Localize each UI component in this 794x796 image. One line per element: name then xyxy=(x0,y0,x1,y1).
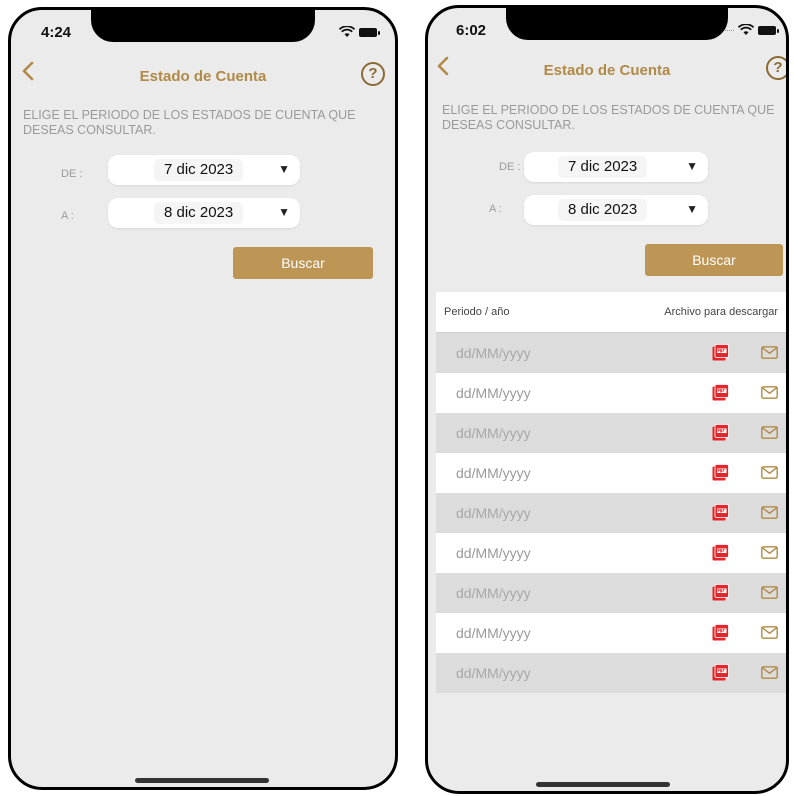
phone-screen-1: 4:24 Estado de Cuenta ? ELIGE EL PERIODO… xyxy=(8,7,398,790)
status-icons: ····· xyxy=(724,24,779,36)
to-date-value: 8 dic 2023 xyxy=(154,202,244,224)
from-date-value: 7 dic 2023 xyxy=(558,156,648,178)
pdf-icon[interactable] xyxy=(712,584,729,601)
pdf-icon[interactable] xyxy=(712,384,729,401)
home-indicator[interactable] xyxy=(135,778,269,783)
table-row: dd/MM/yyyy xyxy=(436,613,786,653)
to-date-value: 8 dic 2023 xyxy=(558,199,648,221)
table-row: dd/MM/yyyy xyxy=(436,533,786,573)
notch xyxy=(506,8,728,40)
envelope-icon[interactable] xyxy=(761,506,778,519)
table-row: dd/MM/yyyy xyxy=(436,333,786,373)
pdf-icon[interactable] xyxy=(712,624,729,641)
instruction-text: ELIGE EL PERIODO DE LOS ESTADOS DE CUENT… xyxy=(23,108,356,137)
pdf-icon[interactable] xyxy=(712,424,729,441)
table-row: dd/MM/yyyy xyxy=(436,493,786,533)
envelope-icon[interactable] xyxy=(761,666,778,679)
status-icons xyxy=(339,26,380,38)
home-indicator[interactable] xyxy=(536,782,670,787)
envelope-icon[interactable] xyxy=(761,626,778,639)
to-date-picker[interactable]: 8 dic 2023 ▼ xyxy=(108,198,300,228)
row-period: dd/MM/yyyy xyxy=(456,505,531,521)
triangle-down-icon: ▼ xyxy=(278,205,290,219)
battery-icon xyxy=(758,25,779,35)
table-body: dd/MM/yyyy dd/MM/yyyy dd/MM/yyyy dd/MM/yyyy… xyxy=(436,333,786,693)
status-time: 6:02 xyxy=(456,22,487,39)
pdf-icon[interactable] xyxy=(712,504,729,521)
envelope-icon[interactable] xyxy=(761,586,778,599)
search-button[interactable]: Buscar xyxy=(233,247,373,279)
from-date-picker[interactable]: 7 dic 2023 ▼ xyxy=(524,152,708,182)
from-label: DE : xyxy=(499,161,521,173)
row-period: dd/MM/yyyy xyxy=(456,665,531,681)
row-period: dd/MM/yyyy xyxy=(456,425,531,441)
pdf-icon[interactable] xyxy=(712,464,729,481)
pdf-icon[interactable] xyxy=(712,544,729,561)
phone-screen-2: 6:02 ····· Estado de Cuenta ? ELIGE EL P… xyxy=(425,5,789,794)
table-row: dd/MM/yyyy xyxy=(436,653,786,693)
from-label: DE : xyxy=(61,168,83,180)
row-period: dd/MM/yyyy xyxy=(456,625,531,641)
status-time: 4:24 xyxy=(41,24,72,41)
statements-table: Periodo / año Archivo para descargar dd/… xyxy=(436,292,786,693)
instruction-text: ELIGE EL PERIODO DE LOS ESTADOS DE CUENT… xyxy=(442,103,775,132)
envelope-icon[interactable] xyxy=(761,346,778,359)
envelope-icon[interactable] xyxy=(761,466,778,479)
column-header-period: Periodo / año xyxy=(444,306,510,318)
row-period: dd/MM/yyyy xyxy=(456,345,531,361)
wifi-icon xyxy=(339,26,355,37)
row-period: dd/MM/yyyy xyxy=(456,545,531,561)
envelope-icon[interactable] xyxy=(761,546,778,559)
envelope-icon[interactable] xyxy=(761,426,778,439)
table-row: dd/MM/yyyy xyxy=(436,453,786,493)
wifi-icon xyxy=(738,24,754,35)
to-label: A : xyxy=(489,203,502,215)
table-header: Periodo / año Archivo para descargar xyxy=(436,292,786,333)
page-title: Estado de Cuenta xyxy=(139,68,267,85)
row-period: dd/MM/yyyy xyxy=(456,385,531,401)
help-button[interactable]: ? xyxy=(766,56,786,80)
triangle-down-icon: ▼ xyxy=(686,159,698,173)
signal-dots-icon: ····· xyxy=(724,25,735,35)
to-label: A : xyxy=(61,210,74,222)
help-button[interactable]: ? xyxy=(361,62,385,86)
table-row: dd/MM/yyyy xyxy=(436,573,786,613)
from-date-value: 7 dic 2023 xyxy=(154,159,244,181)
battery-icon xyxy=(359,27,380,37)
pdf-icon[interactable] xyxy=(712,344,729,361)
column-header-file: Archivo para descargar xyxy=(664,306,778,318)
row-period: dd/MM/yyyy xyxy=(456,585,531,601)
table-row: dd/MM/yyyy xyxy=(436,413,786,453)
envelope-icon[interactable] xyxy=(761,386,778,399)
from-date-picker[interactable]: 7 dic 2023 ▼ xyxy=(108,155,300,185)
triangle-down-icon: ▼ xyxy=(278,162,290,176)
notch xyxy=(91,10,315,42)
to-date-picker[interactable]: 8 dic 2023 ▼ xyxy=(524,195,708,225)
page-title: Estado de Cuenta xyxy=(543,62,671,79)
triangle-down-icon: ▼ xyxy=(686,202,698,216)
table-row: dd/MM/yyyy xyxy=(436,373,786,413)
pdf-icon[interactable] xyxy=(712,664,729,681)
search-button[interactable]: Buscar xyxy=(645,244,783,276)
row-period: dd/MM/yyyy xyxy=(456,465,531,481)
